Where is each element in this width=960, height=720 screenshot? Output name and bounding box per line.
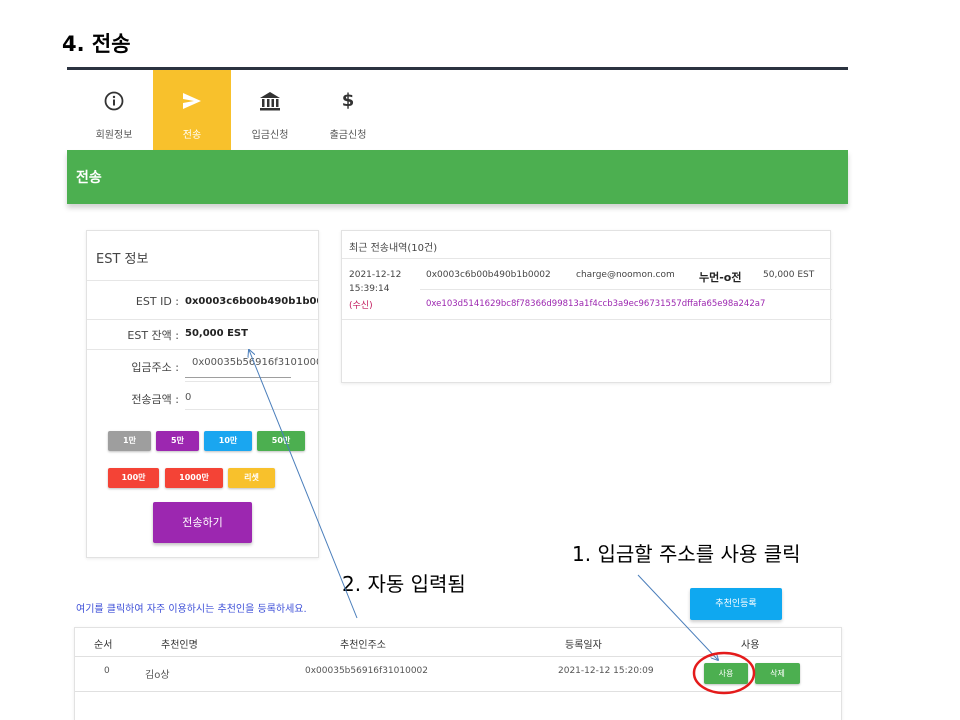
- deposit-address-input[interactable]: 0x00035b56916f31010002: [192, 357, 318, 368]
- tab-member-info[interactable]: 회원정보: [75, 70, 153, 150]
- amount-label: 전송금액 :: [131, 393, 179, 406]
- input-underline: [185, 409, 318, 410]
- tab-label: 회원정보: [95, 130, 133, 141]
- reset-button[interactable]: 리셋: [228, 468, 275, 488]
- est-balance-label: EST 잔액 :: [127, 329, 179, 342]
- est-id-label: EST ID :: [135, 295, 179, 308]
- history-title: 최근 전송내역(10건): [349, 243, 438, 254]
- history-amount: 50,000 EST: [763, 270, 815, 280]
- row-address: 0x00035b56916f31010002: [305, 666, 429, 676]
- col-header-use: 사용: [741, 640, 760, 651]
- est-info-card: EST 정보 EST ID : 0x0003c6b00b490b1b0002 E…: [86, 230, 319, 558]
- register-recommender-button[interactable]: 추천인등록: [690, 588, 782, 620]
- dollar-icon: $: [341, 90, 355, 111]
- amount-5man-button[interactable]: 5만: [156, 431, 199, 451]
- amount-input[interactable]: 0: [185, 392, 191, 403]
- row-date: 2021-12-12 15:20:09: [558, 666, 654, 676]
- col-header-address: 추천인주소: [340, 640, 386, 651]
- divider: [342, 319, 832, 320]
- send-button[interactable]: 전송하기: [153, 502, 252, 543]
- col-header-date: 등록일자: [565, 640, 602, 651]
- delete-button[interactable]: 삭제: [755, 663, 800, 684]
- tab-label: 전송: [182, 130, 202, 141]
- history-time: 15:39:14: [349, 284, 390, 294]
- tab-label: 입금신청: [251, 130, 289, 141]
- est-id-value: 0x0003c6b00b490b1b0002: [185, 296, 318, 307]
- history-direction: (수신): [349, 301, 373, 311]
- est-card-title: EST 정보: [96, 252, 149, 267]
- divider: [420, 289, 832, 290]
- bank-icon: [231, 90, 309, 114]
- divider: [75, 656, 841, 657]
- tab-withdraw-request[interactable]: $ 출금신청: [309, 70, 387, 150]
- register-recommender-link[interactable]: 여기를 클릭하여 자주 이용하시는 추천인을 등록하세요.: [76, 600, 307, 615]
- slide-title: 4. 전송: [62, 32, 131, 56]
- deposit-address-label: 입금주소 :: [131, 361, 179, 374]
- send-icon: [153, 90, 231, 114]
- recommender-table: 순서 추천인명 추천인주소 등록일자 사용 0 김o상 0x00035b5691…: [74, 627, 842, 720]
- tab-send[interactable]: 전송: [153, 70, 231, 150]
- nav-bar: 회원정보 전송 입금신청 $ 출금신청: [67, 70, 848, 150]
- col-header-order: 순서: [94, 640, 113, 651]
- page-banner: 전송: [67, 150, 848, 204]
- history-from-id: 0x0003c6b00b490b1b0002: [426, 270, 551, 280]
- divider: [87, 349, 318, 350]
- history-header: 최근 전송내역(10건): [342, 231, 830, 259]
- history-tx-hash[interactable]: 0xe103d5141629bc8f78366d99813a1f4ccb3a9e…: [426, 299, 765, 309]
- history-name: 누먼-o전: [699, 271, 742, 284]
- history-email: charge@noomon.com: [576, 270, 675, 280]
- divider: [185, 381, 318, 382]
- amount-50man-button[interactable]: 50만: [257, 431, 305, 451]
- row-name: 김o상: [145, 670, 170, 681]
- tab-deposit-request[interactable]: 입금신청: [231, 70, 309, 150]
- recent-history-card: 최근 전송내역(10건) 2021-12-12 15:39:14 (수신) 0x…: [341, 230, 832, 383]
- row-index: 0: [104, 666, 110, 676]
- amount-10man-button[interactable]: 10만: [204, 431, 252, 451]
- use-address-button[interactable]: 사용: [704, 663, 748, 684]
- history-date: 2021-12-12: [349, 270, 402, 280]
- est-balance-value: 50,000 EST: [185, 328, 248, 339]
- info-icon: [75, 90, 153, 114]
- tab-label: 출금신청: [329, 130, 367, 141]
- amount-100man-button[interactable]: 100만: [108, 468, 159, 488]
- amount-1man-button[interactable]: 1만: [108, 431, 151, 451]
- annotation-step1: 1. 입금할 주소를 사용 클릭: [572, 542, 801, 566]
- annotation-step2: 2. 자동 입력됨: [342, 572, 466, 596]
- col-header-name: 추천인명: [161, 640, 198, 651]
- input-underline: [185, 377, 291, 378]
- divider: [75, 691, 841, 692]
- divider: [87, 319, 318, 320]
- banner-title: 전송: [76, 170, 102, 186]
- amount-1000man-button[interactable]: 1000만: [165, 468, 223, 488]
- est-card-header: EST 정보: [87, 231, 318, 281]
